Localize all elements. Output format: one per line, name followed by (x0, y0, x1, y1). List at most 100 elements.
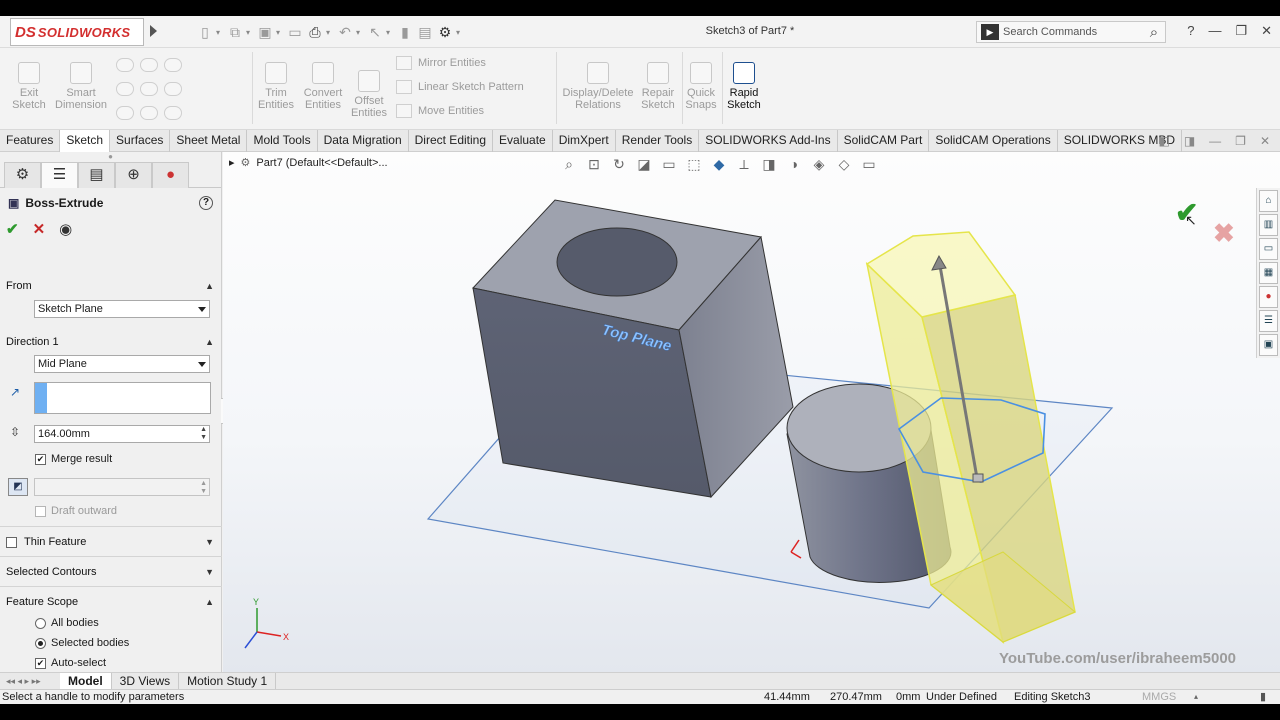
tab-render-tools[interactable]: Render Tools (616, 130, 700, 152)
print-icon[interactable]: ⎙ (306, 23, 324, 41)
search-icon[interactable]: ⌕ (1143, 24, 1165, 41)
menu-expand-arrow-icon[interactable] (150, 25, 157, 37)
forum-icon[interactable]: ▣ (1259, 334, 1278, 356)
configuration-manager-tab[interactable]: ▤ (78, 162, 115, 188)
save-icon[interactable]: ▣ (256, 23, 274, 41)
graphics-area[interactable]: ▸ ⚙ Part7 (Default<<Default>... ⌕ ⊡ ↻ ◪ … (223, 152, 1280, 672)
circle-icon[interactable] (140, 58, 158, 72)
close-icon[interactable]: ✕ (1261, 23, 1272, 39)
convert-entities-button[interactable]: Convert Entities (300, 62, 346, 111)
solidworks-resources-icon[interactable]: ⌂ (1259, 190, 1278, 212)
expand-down-icon[interactable]: ▼ (205, 537, 214, 547)
viewport-minimize-icon[interactable]: — (1209, 134, 1221, 148)
design-library-icon[interactable]: ▥ (1259, 214, 1278, 236)
collapse-up-icon[interactable]: ▲ (205, 281, 214, 291)
collapse-up-icon[interactable]: ▲ (205, 337, 214, 347)
thin-feature-check[interactable] (6, 536, 17, 548)
help-circle-icon[interactable]: ? (199, 196, 213, 210)
rebuild-icon[interactable]: ▮ (396, 23, 414, 41)
select-icon[interactable]: ↖ (366, 23, 384, 41)
cancel-x-icon[interactable]: ✕ (33, 220, 46, 238)
auto-select-checkbox[interactable]: ✔ Auto-select (35, 657, 106, 669)
tab-sheet-metal[interactable]: Sheet Metal (170, 130, 248, 152)
tab-evaluate[interactable]: Evaluate (493, 130, 553, 152)
linear-sketch-pattern-button[interactable]: Linear Sketch Pattern (396, 80, 524, 94)
merge-result-checkbox[interactable]: ✔ Merge result (35, 453, 112, 465)
direction-arrow-icon[interactable]: ↗ (10, 385, 20, 399)
solidworks-logo[interactable]: DS SOLIDWORKS (10, 18, 144, 46)
view-palette-icon[interactable]: ▦ (1259, 262, 1278, 284)
spinner-arrows-icon[interactable]: ▲ ▼ (200, 426, 207, 442)
fillet-icon[interactable] (164, 106, 182, 120)
rectangle-icon[interactable] (116, 82, 134, 96)
depth-input[interactable]: 164.00mm ▲ ▼ (34, 425, 210, 443)
auto-select-check[interactable]: ✔ (35, 657, 46, 669)
all-bodies-radio[interactable]: All bodies (35, 617, 99, 629)
search-input[interactable]: Search Commands (1003, 26, 1143, 38)
preview-eye-icon[interactable]: ◉ (59, 220, 72, 238)
merge-result-check[interactable]: ✔ (35, 453, 46, 465)
direction-selection-box[interactable] (34, 382, 211, 414)
draft-toggle-icon[interactable]: ◩ (8, 478, 28, 496)
end-condition-select[interactable]: Mid Plane (34, 355, 210, 373)
draft-outward-checkbox[interactable]: Draft outward (35, 505, 117, 517)
draft-angle-input[interactable]: ▲ ▼ (34, 478, 210, 496)
ok-check-icon[interactable]: ✔ (6, 220, 19, 238)
open-dropdown-icon[interactable]: ▾ (246, 28, 254, 37)
repair-sketch-button[interactable]: Repair Sketch (638, 62, 678, 111)
selected-bodies-radio-dot[interactable] (35, 637, 46, 649)
file-properties-icon[interactable]: ▭ (286, 23, 304, 41)
search-commands-box[interactable]: ▶ Search Commands ⌕ (976, 21, 1166, 43)
tab-sketch[interactable]: Sketch (60, 130, 111, 152)
tab-scroll-arrows-icon[interactable]: ◂◂ ◂ ▸ ▸▸ (0, 676, 60, 687)
polygon-icon[interactable] (140, 106, 158, 120)
collapse-up-icon[interactable]: ▲ (205, 597, 214, 607)
tab-3d-views[interactable]: 3D Views (112, 672, 180, 690)
confirmation-cancel-icon[interactable]: ✖ (1213, 218, 1235, 249)
tab-motion-study[interactable]: Motion Study 1 (179, 672, 277, 690)
display-manager-tab[interactable]: ● (152, 162, 189, 188)
property-manager-tab[interactable]: ☰ (41, 162, 78, 188)
minimize-icon[interactable]: — (1208, 23, 1221, 39)
feature-manager-tab[interactable]: ⚙ (4, 162, 41, 188)
file-list-icon[interactable]: ▤ (416, 23, 434, 41)
draft-outward-check[interactable] (35, 505, 46, 517)
options-dropdown-icon[interactable]: ▾ (456, 28, 464, 37)
open-document-icon[interactable]: ⧉ (226, 23, 244, 41)
from-select[interactable]: Sketch Plane (34, 300, 210, 318)
viewport-close-icon[interactable]: ✕ (1260, 134, 1270, 148)
exit-sketch-button[interactable]: Exit Sketch (10, 62, 48, 111)
move-entities-button[interactable]: Move Entities (396, 104, 484, 118)
tab-surfaces[interactable]: Surfaces (110, 130, 171, 152)
direction1-header[interactable]: Direction 1 ▲ (0, 332, 222, 352)
undo-icon[interactable]: ↶ (336, 23, 354, 41)
quick-snaps-button[interactable]: Quick Snaps (684, 62, 718, 111)
rapid-sketch-button[interactable]: Rapid Sketch (724, 62, 764, 111)
from-header[interactable]: From ▲ (0, 276, 222, 296)
status-toggle-icon[interactable]: ▮ (1260, 690, 1266, 704)
file-explorer-icon[interactable]: ▭ (1259, 238, 1278, 260)
display-delete-relations-button[interactable]: Display/Delete Relations (560, 62, 636, 111)
thin-feature-checkbox[interactable] (6, 536, 17, 548)
cube-hole[interactable] (556, 227, 678, 297)
print-dropdown-icon[interactable]: ▾ (326, 28, 334, 37)
expand-down-icon[interactable]: ▼ (205, 567, 214, 577)
custom-properties-icon[interactable]: ☰ (1259, 310, 1278, 332)
drag-handle-base[interactable] (972, 473, 984, 483)
status-units[interactable]: MMGS (1142, 690, 1176, 704)
tab-direct-editing[interactable]: Direct Editing (409, 130, 494, 152)
tab-mold-tools[interactable]: Mold Tools (247, 130, 318, 152)
smart-dimension-button[interactable]: Smart Dimension (54, 62, 108, 111)
select-dropdown-icon[interactable]: ▾ (386, 28, 394, 37)
save-dropdown-icon[interactable]: ▾ (276, 28, 284, 37)
tab-solidcam-operations[interactable]: SolidCAM Operations (929, 130, 1058, 152)
thin-feature-header[interactable]: Thin Feature ▼ (0, 532, 222, 552)
spline-icon[interactable] (164, 58, 182, 72)
ellipse-icon[interactable] (164, 82, 182, 96)
selected-contours-header[interactable]: Selected Contours ▼ (0, 562, 222, 582)
new-dropdown-icon[interactable]: ▾ (216, 28, 224, 37)
arc-icon[interactable] (140, 82, 158, 96)
dimxpert-manager-tab[interactable]: ⊕ (115, 162, 152, 188)
tab-dimxpert[interactable]: DimXpert (553, 130, 616, 152)
units-dropdown-icon[interactable]: ▴ (1194, 690, 1198, 704)
